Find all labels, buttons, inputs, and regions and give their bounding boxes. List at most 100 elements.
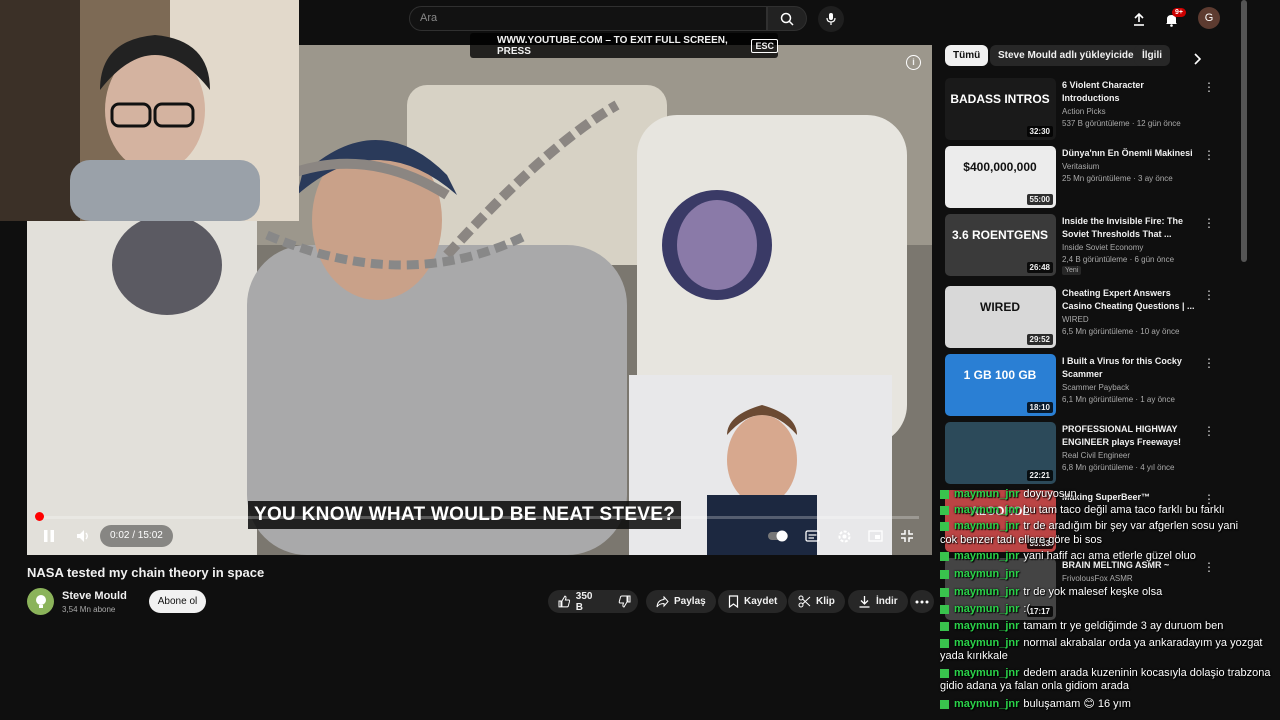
- subscriber-count: 3,54 Mn abone: [62, 605, 116, 614]
- search-input[interactable]: Ara: [409, 6, 767, 31]
- recommendation-channel[interactable]: Action Picks: [1062, 107, 1106, 116]
- volume-button[interactable]: [74, 527, 92, 545]
- subscribe-button[interactable]: Abone ol: [149, 590, 206, 613]
- chat-badge-icon: [940, 699, 949, 709]
- more-vertical-icon[interactable]: ⋮: [1203, 424, 1215, 438]
- chip-from-uploader[interactable]: Steve Mould adlı yükleyiciden: [990, 45, 1148, 66]
- chat-badge-icon: [940, 604, 949, 614]
- upload-button[interactable]: [1128, 8, 1150, 30]
- chat-username[interactable]: maymun_jnr: [954, 603, 1019, 615]
- recommendation-title[interactable]: 6 Violent Character Introductions: [1062, 79, 1202, 105]
- chat-username[interactable]: maymun_jnr: [954, 586, 1019, 598]
- chat-text: normal akrabalar orda ya ankaradayım ya …: [1023, 637, 1263, 649]
- recommendation-title[interactable]: PROFESSIONAL HIGHWAY ENGINEER plays Free…: [1062, 423, 1202, 449]
- recommendation-channel[interactable]: Real Civil Engineer: [1062, 451, 1130, 460]
- subtitles-button[interactable]: [803, 527, 821, 545]
- chat-username[interactable]: maymun_jnr: [954, 667, 1019, 679]
- recommendation-thumbnail[interactable]: WIRED 29:52: [945, 286, 1056, 348]
- recommendation-thumbnail[interactable]: BADASS INTROS 32:30: [945, 78, 1056, 140]
- recommendation-thumbnail[interactable]: $400,000,000 55:00: [945, 146, 1056, 208]
- recommendation-thumbnail[interactable]: 22:21: [945, 422, 1056, 484]
- save-button[interactable]: Kaydet: [718, 590, 788, 613]
- share-button[interactable]: Paylaş: [646, 590, 716, 613]
- clip-button[interactable]: Klip: [788, 590, 845, 613]
- voice-search-button[interactable]: [818, 6, 844, 32]
- exit-fullscreen-button[interactable]: [898, 527, 916, 545]
- more-vertical-icon[interactable]: ⋮: [1203, 288, 1215, 302]
- chat-username[interactable]: maymun_jnr: [954, 520, 1019, 532]
- recommendation-channel[interactable]: Inside Soviet Economy: [1062, 243, 1143, 252]
- microphone-icon: [826, 13, 836, 25]
- chat-text: tamam tr ye geldiğimde 3 ay duruom ben: [1023, 620, 1224, 632]
- recommendation-item[interactable]: 1 GB 100 GB 18:10 I Built a Virus for th…: [945, 354, 1225, 418]
- miniplayer-icon: [867, 530, 883, 542]
- more-vertical-icon[interactable]: ⋮: [1203, 216, 1215, 230]
- recommendation-channel[interactable]: FrivolousFox ASMR: [1062, 574, 1133, 583]
- chat-username[interactable]: maymun_jnr: [954, 568, 1019, 580]
- recommendation-channel[interactable]: WIRED: [1062, 315, 1089, 324]
- recommendation-item[interactable]: BADASS INTROS 32:30 6 Violent Character …: [945, 78, 1225, 142]
- chat-username[interactable]: maymun_jnr: [954, 698, 1019, 710]
- like-button[interactable]: 350 B: [548, 590, 612, 613]
- recommendation-item[interactable]: 3.6 ROENTGENS 26:48 Inside the Invisible…: [945, 214, 1225, 278]
- channel-avatar[interactable]: [27, 588, 54, 615]
- pause-button[interactable]: [40, 527, 58, 545]
- recommendation-channel[interactable]: Veritasium: [1062, 162, 1099, 171]
- recommendation-title[interactable]: Inside the Invisible Fire: The Soviet Th…: [1062, 215, 1202, 241]
- recommendation-thumbnail[interactable]: 3.6 ROENTGENS 26:48: [945, 214, 1056, 276]
- chat-badge-icon: [940, 638, 949, 648]
- video-duration: 26:48: [1026, 262, 1053, 273]
- recommendation-title[interactable]: Dünya'nın En Önemli Makinesi: [1062, 147, 1202, 160]
- chat-username[interactable]: maymun_jnr: [954, 620, 1019, 632]
- recommendation-title[interactable]: Cheating Expert Answers Casino Cheating …: [1062, 287, 1202, 313]
- volume-icon: [77, 530, 88, 542]
- chips-next-button[interactable]: [1186, 48, 1208, 70]
- recommendation-meta: 537 B görüntüleme · 12 gün önce: [1062, 119, 1181, 128]
- autoplay-toggle[interactable]: [767, 527, 789, 545]
- like-count: 350 B: [575, 590, 593, 613]
- recommendation-item[interactable]: $400,000,000 55:00 Dünya'nın En Önemli M…: [945, 146, 1225, 210]
- save-label: Kaydet: [744, 596, 778, 607]
- time-display: 0:02 / 15:02: [100, 525, 173, 547]
- progress-scrubber[interactable]: [35, 512, 44, 521]
- recommendation-item[interactable]: WIRED 29:52 Cheating Expert Answers Casi…: [945, 286, 1225, 350]
- chat-username[interactable]: maymun_jnr: [954, 504, 1019, 516]
- settings-button[interactable]: [835, 527, 853, 545]
- chip-all[interactable]: Tümü: [945, 45, 989, 66]
- search-button[interactable]: [767, 6, 807, 31]
- download-button[interactable]: İndir: [848, 590, 908, 613]
- share-icon: [656, 595, 669, 607]
- thumbnail-text: BADASS INTROS: [950, 92, 1049, 106]
- chat-message: maymun_jnr: [940, 568, 1023, 580]
- account-avatar[interactable]: G: [1198, 7, 1220, 29]
- chat-badge-icon: [940, 668, 949, 678]
- more-vertical-icon[interactable]: ⋮: [1203, 148, 1215, 162]
- subtitles-icon: [804, 530, 820, 542]
- chip-related[interactable]: İlgili: [1134, 45, 1170, 66]
- more-actions-button[interactable]: [910, 590, 934, 613]
- more-vertical-icon[interactable]: ⋮: [1203, 560, 1215, 574]
- recommendation-thumbnail[interactable]: 1 GB 100 GB 18:10: [945, 354, 1056, 416]
- progress-bar[interactable]: [37, 516, 919, 519]
- video-title: NASA tested my chain theory in space: [27, 565, 265, 580]
- dislike-button[interactable]: [612, 590, 638, 613]
- miniplayer-button[interactable]: [866, 527, 884, 545]
- download-label: İndir: [876, 596, 898, 607]
- recommendation-meta: 6,8 Mn görüntüleme · 4 yıl önce: [1062, 463, 1175, 472]
- recommendation-title[interactable]: Making SuperBeer™: [1062, 491, 1202, 504]
- sidebar-scrollbar[interactable]: [1241, 0, 1247, 262]
- recommendation-title[interactable]: I Built a Virus for this Cocky Scammer: [1062, 355, 1202, 381]
- notifications-badge: 9+: [1172, 8, 1186, 17]
- chat-username[interactable]: maymun_jnr: [954, 488, 1019, 500]
- recommendation-channel[interactable]: Scammer Payback: [1062, 383, 1129, 392]
- more-vertical-icon[interactable]: ⋮: [1203, 356, 1215, 370]
- info-button[interactable]: i: [906, 55, 921, 70]
- chat-username[interactable]: maymun_jnr: [954, 550, 1019, 562]
- chat-badge-icon: [940, 505, 949, 515]
- chat-username[interactable]: maymun_jnr: [954, 637, 1019, 649]
- chat-text: bu tam taco değil ama taco farklı bu far…: [1023, 504, 1225, 516]
- recommendation-item[interactable]: 22:21 PROFESSIONAL HIGHWAY ENGINEER play…: [945, 422, 1225, 486]
- esc-key-label: ESC: [751, 38, 778, 53]
- more-vertical-icon[interactable]: ⋮: [1203, 80, 1215, 94]
- channel-name[interactable]: Steve Mould: [62, 590, 127, 602]
